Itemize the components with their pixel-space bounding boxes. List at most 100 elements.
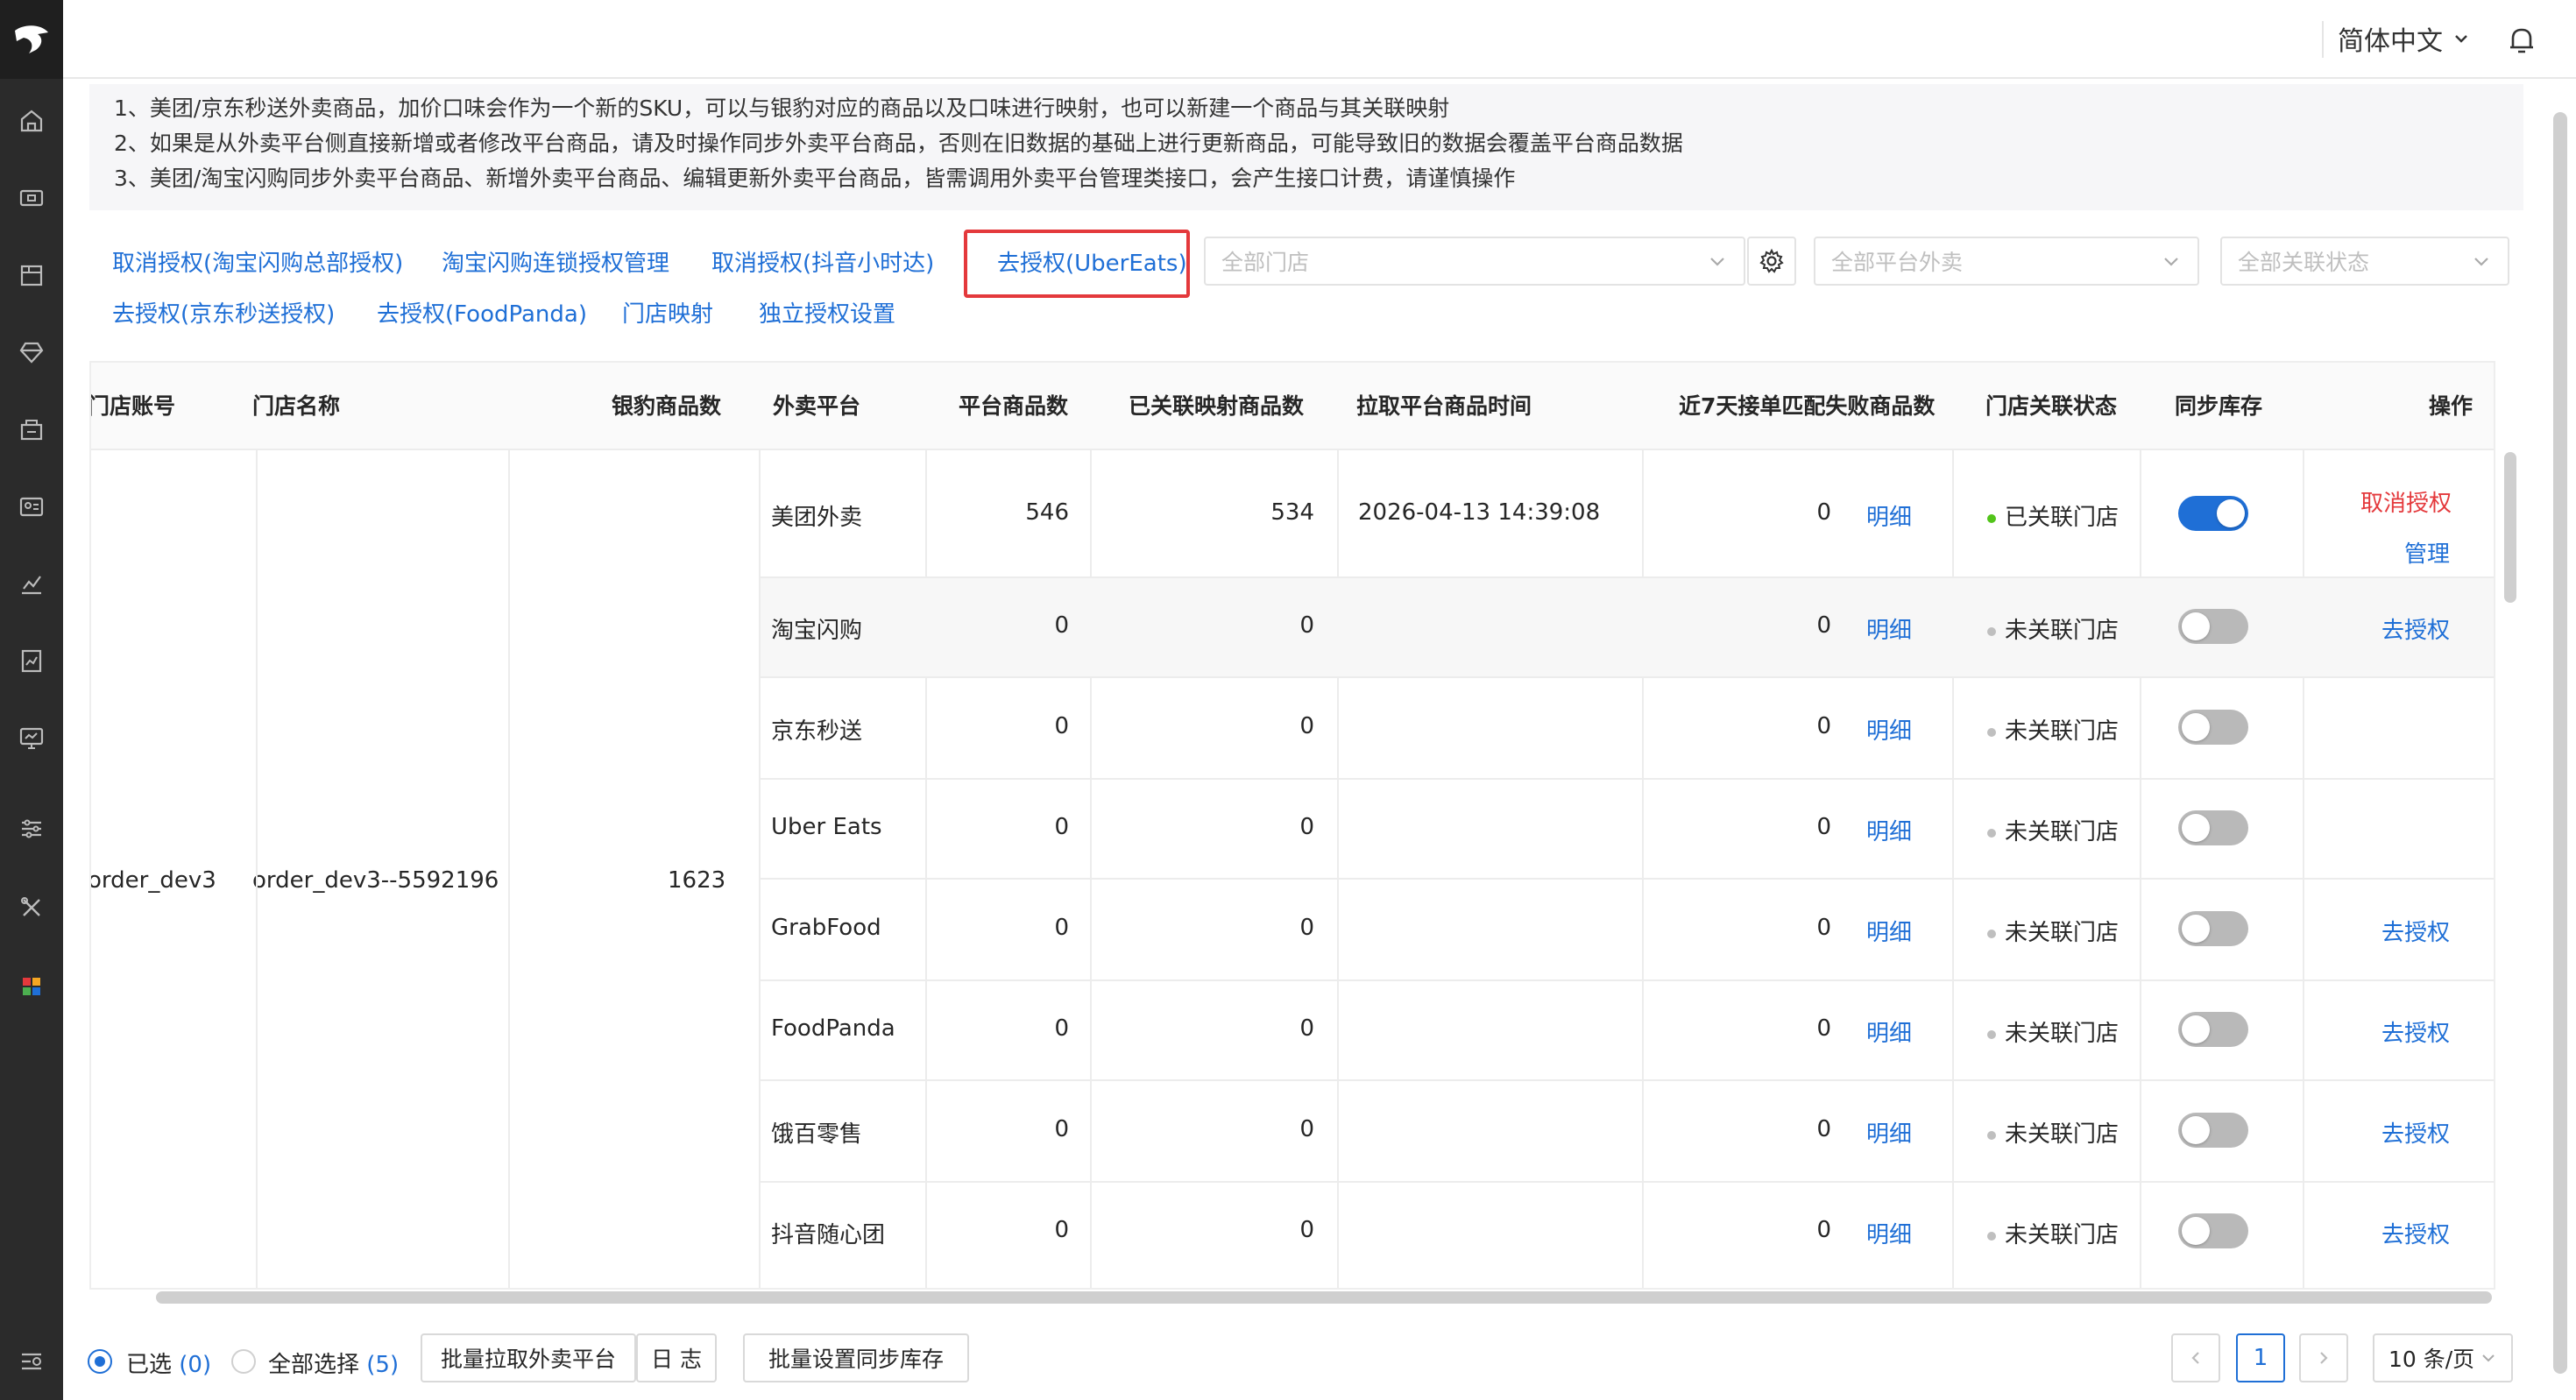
platform-cell: GrabFood: [771, 915, 881, 941]
fail-count-cell: 0: [1816, 1015, 1831, 1042]
store-select-value: 全部门店: [1221, 250, 1310, 275]
sync-stock-toggle[interactable]: [2178, 810, 2248, 845]
sync-stock-toggle[interactable]: [2178, 1113, 2248, 1148]
chevron-down-icon: [2164, 258, 2178, 266]
chevron-down-icon: [1710, 258, 1724, 266]
store-name-cell: order_dev3--5592196: [252, 867, 499, 894]
action-primary-link[interactable]: 去授权: [2381, 1015, 2450, 1048]
products-icon[interactable]: [16, 259, 47, 291]
action-primary-link[interactable]: 取消授权: [2360, 485, 2452, 518]
top-bar: 简体中文: [63, 0, 2576, 79]
store-select[interactable]: 全部门店: [1204, 237, 1745, 286]
pos-icon[interactable]: [16, 182, 47, 214]
sync-stock-toggle[interactable]: [2178, 496, 2248, 531]
action-manage-link[interactable]: 管理: [2404, 536, 2450, 569]
monitor-icon[interactable]: [16, 722, 47, 753]
status-dot: [1987, 1231, 1996, 1241]
link-status-text: 未关联门店: [2005, 618, 2120, 644]
action-primary-link[interactable]: 去授权: [2381, 915, 2450, 947]
auth-jd-link[interactable]: 去授权(京东秒送授权): [112, 296, 335, 329]
bell-icon[interactable]: [2504, 23, 2539, 58]
language-selector[interactable]: 简体中文: [2338, 19, 2471, 58]
select-all-text: 全部选择: [268, 1352, 360, 1378]
store-platform-table: 门店账号 门店名称 银豹商品数 外卖平台 平台商品数 已关联映射商品数 拉取平台…: [89, 361, 2495, 1290]
platform-select[interactable]: 全部平台外卖: [1814, 237, 2199, 286]
detail-link[interactable]: 明细: [1866, 1116, 1912, 1149]
sync-stock-toggle[interactable]: [2178, 1213, 2248, 1248]
tools-icon[interactable]: [16, 892, 47, 923]
batch-sync-stock-button[interactable]: 批量设置同步库存: [743, 1333, 969, 1382]
column-divider: [508, 450, 510, 1288]
batch-pull-button[interactable]: 批量拉取外卖平台: [421, 1333, 636, 1382]
collapse-menu-icon[interactable]: [16, 1346, 47, 1377]
detail-link[interactable]: 明细: [1866, 612, 1912, 645]
toggle-knob: [2217, 499, 2245, 527]
link-status-text: 未关联门店: [2005, 1021, 2120, 1047]
platform-count-cell: 0: [1054, 713, 1069, 739]
select-all-radio[interactable]: [231, 1349, 256, 1374]
mapped-count-cell: 0: [1299, 814, 1314, 840]
independent-auth-link[interactable]: 独立授权设置: [759, 296, 895, 329]
yinbao-count-cell: 1623: [668, 867, 726, 894]
status-select[interactable]: 全部关联状态: [2220, 237, 2509, 286]
table-vertical-scrollbar[interactable]: [2504, 452, 2516, 603]
apps-icon[interactable]: [16, 971, 47, 1002]
mapped-count-cell: 0: [1299, 1015, 1314, 1042]
taobao-chain-auth-link[interactable]: 淘宝闪购连锁授权管理: [442, 245, 669, 278]
selected-radio[interactable]: [88, 1349, 112, 1374]
settings-sliders-icon[interactable]: [16, 813, 47, 845]
marketing-icon[interactable]: [16, 414, 47, 445]
store-settings-button[interactable]: [1747, 237, 1796, 286]
sync-stock-toggle[interactable]: [2178, 609, 2248, 644]
sync-stock-toggle[interactable]: [2178, 1012, 2248, 1047]
detail-link[interactable]: 明细: [1866, 915, 1912, 947]
chevron-right-icon: [2320, 1352, 2328, 1364]
cancel-taobao-hq-auth-link[interactable]: 取消授权(淘宝闪购总部授权): [112, 245, 403, 278]
notice-line-3: 3、美团/淘宝闪购同步外卖平台商品、新增外卖平台商品、编辑更新外卖平台商品，皆需…: [114, 166, 1516, 191]
status-dot: [1987, 626, 1996, 636]
table-horizontal-scrollbar[interactable]: [156, 1291, 2492, 1304]
platform-select-value: 全部平台外卖: [1831, 250, 1964, 275]
toggle-knob: [2182, 1015, 2210, 1043]
link-status-text: 已关联门店: [2005, 505, 2120, 531]
analysis-icon[interactable]: [16, 645, 47, 676]
app-logo[interactable]: [0, 0, 63, 79]
detail-link[interactable]: 明细: [1866, 1015, 1912, 1048]
log-button[interactable]: 日 志: [636, 1333, 717, 1382]
next-page-button[interactable]: [2299, 1333, 2348, 1382]
sync-stock-toggle[interactable]: [2178, 710, 2248, 745]
cancel-douyin-auth-link[interactable]: 取消授权(抖音小时达): [711, 245, 934, 278]
detail-link[interactable]: 明细: [1866, 1217, 1912, 1249]
prev-page-button[interactable]: [2171, 1333, 2220, 1382]
page-1-button[interactable]: 1: [2236, 1333, 2285, 1382]
link-status-cell: 未关联门店: [1987, 915, 2119, 947]
sync-stock-toggle[interactable]: [2178, 911, 2248, 946]
staff-icon[interactable]: [16, 491, 47, 522]
mapped-count-cell: 0: [1299, 612, 1314, 639]
detail-link[interactable]: 明细: [1866, 499, 1912, 532]
action-primary-link[interactable]: 去授权: [2381, 1116, 2450, 1149]
chevron-down-icon: [2482, 1354, 2495, 1362]
page-scrollbar[interactable]: [2553, 112, 2567, 1374]
platform-cell: FoodPanda: [771, 1015, 895, 1042]
mapped-count-cell: 0: [1299, 1217, 1314, 1243]
report-icon[interactable]: [16, 568, 47, 599]
notice-line-2: 2、如果是从外卖平台侧直接新增或者修改平台商品，请及时操作同步外卖平台商品，否则…: [114, 131, 1683, 156]
platform-cell: Uber Eats: [771, 814, 882, 840]
store-mapping-link[interactable]: 门店映射: [622, 296, 713, 329]
toggle-knob: [2182, 814, 2210, 842]
status-dot: [1987, 513, 1996, 523]
detail-link[interactable]: 明细: [1866, 814, 1912, 846]
auth-ubereats-link[interactable]: 去授权(UberEats): [997, 245, 1187, 278]
link-status-text: 未关联门店: [2005, 718, 2120, 745]
detail-link[interactable]: 明细: [1866, 713, 1912, 746]
toggle-knob: [2182, 915, 2210, 943]
home-icon[interactable]: [16, 105, 47, 137]
page-size-select[interactable]: 10 条/页: [2373, 1333, 2513, 1382]
action-primary-link[interactable]: 去授权: [2381, 1217, 2450, 1249]
mapped-count-cell: 534: [1270, 499, 1314, 526]
auth-foodpanda-link[interactable]: 去授权(FoodPanda): [377, 296, 587, 329]
action-primary-link[interactable]: 去授权: [2381, 612, 2450, 645]
member-icon[interactable]: [16, 336, 47, 368]
fail-count-cell: 0: [1816, 1116, 1831, 1142]
